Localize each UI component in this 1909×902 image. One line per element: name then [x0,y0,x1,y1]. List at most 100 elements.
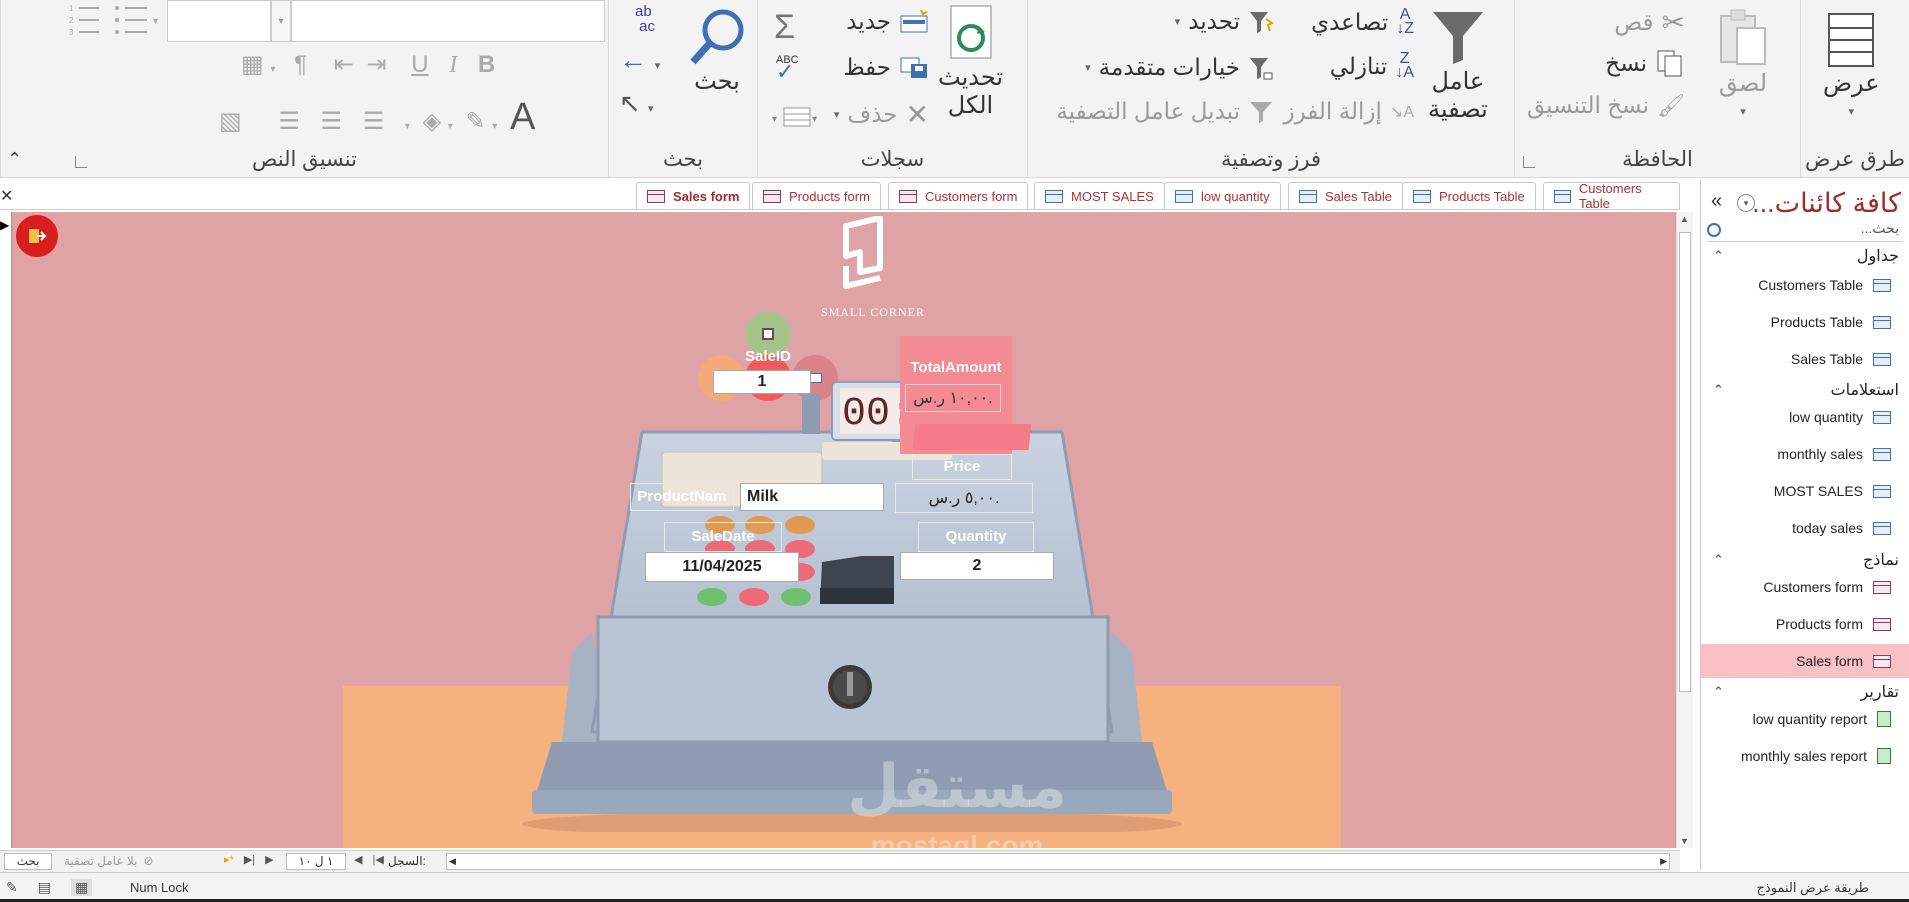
form-view-icon[interactable]: ▦ [70,879,93,896]
clipboard-launcher-icon[interactable] [1523,156,1535,168]
quantity-field[interactable]: 2 [900,552,1054,580]
tab-products-form[interactable]: Products form [752,182,881,209]
collapse-ribbon-icon[interactable]: ⌃ [7,149,22,170]
nav-pane-title[interactable]: كافة كائنات... [1752,188,1901,219]
paragraph-icon[interactable]: ¶ [294,51,307,78]
new-record-nav-icon[interactable]: ▸* [224,853,234,866]
nav-item-monthly-sales-report[interactable]: monthly sales report [1700,739,1909,773]
chevron-up-icon[interactable]: ⌃ [1713,248,1724,264]
bold-icon[interactable]: B [478,51,495,78]
increase-indent-icon[interactable]: ⇥ [366,51,386,78]
filter-status-indicator[interactable]: بلا عامل تصفية ⊘ [64,854,153,868]
more-records-icon[interactable]: ▾ ▾ [770,104,822,135]
nav-dropdown-icon[interactable]: ▾ [1737,194,1755,212]
fill-color-icon[interactable]: ◈ [423,108,441,135]
nav-search-input[interactable]: بحث... [1707,220,1903,242]
font-name-dropdown-icon[interactable]: ▾ [271,0,291,42]
price-field[interactable]: ٥,٠٠ ر.س. [895,483,1033,513]
close-form-button[interactable] [14,213,60,259]
filter-button[interactable]: عامل تصفية [1428,6,1488,124]
record-search-box[interactable]: بحث [4,853,52,870]
nav-item-customers-table[interactable]: Customers Table [1700,268,1909,302]
total-amount-field[interactable]: ١٠,٠٠ ر.س. [905,384,1001,412]
align-center-icon[interactable]: ☰ [321,108,343,135]
select-cursor-icon[interactable]: ↖ ▾ [619,88,654,119]
decrease-indent-icon[interactable]: ⇤ [334,51,354,78]
search-icon[interactable] [1707,223,1721,237]
next-record-icon[interactable]: ▶ [265,853,273,866]
record-selector-bar[interactable]: ▶ [0,212,12,848]
delete-record-button[interactable]: ✕ حذف ▾ [834,98,929,131]
horizontal-scrollbar[interactable]: ◀ ▶ [446,853,1670,870]
font-name-combo[interactable] [167,0,271,42]
underline-icon[interactable]: U [411,51,428,78]
replace-icon[interactable]: ab ac [635,4,655,34]
nav-item-monthly-sales[interactable]: monthly sales [1700,437,1909,471]
last-record-icon[interactable]: ▶| [244,853,255,866]
scroll-right-icon[interactable]: ▶ [1660,856,1667,867]
text-formatting-launcher-icon[interactable] [75,156,87,168]
nav-category-queries[interactable]: استعلامات [1831,380,1899,400]
nav-item-low-quantity-report[interactable]: low quantity report [1700,702,1909,736]
gridlines-icon[interactable]: ▦ [241,51,264,78]
remove-sort-button[interactable]: A↘ إزالة الفرز [1283,98,1414,125]
nav-item-sales-table[interactable]: Sales Table [1700,342,1909,376]
totals-sigma-icon[interactable]: Σ [774,8,795,47]
scroll-left-icon[interactable]: ◀ [449,856,456,867]
scroll-down-icon[interactable]: ▼ [1680,836,1689,846]
alt-row-color-icon[interactable]: ▧ [219,108,242,135]
sale-date-field[interactable]: 11/04/2025 [645,552,799,582]
nav-item-low-quantity[interactable]: low quantity [1700,400,1909,434]
sort-ascending-button[interactable]: A Z↓ تصاعدي [1311,7,1414,37]
toggle-filter-button[interactable]: تبديل عامل التصفية [1056,98,1274,125]
tab-sales-form[interactable]: Sales form [636,182,751,209]
format-row-1-icons[interactable]: ▦ ▾ ¶ ⇤ ⇥ U I B [241,50,495,79]
product-name-field[interactable]: Milk [740,483,884,511]
copy-button[interactable]: نسخ [1605,48,1685,78]
nav-item-customers-form[interactable]: Customers form [1700,570,1909,604]
save-record-button[interactable]: حفظ [843,54,929,81]
nav-category-tables[interactable]: جداول [1857,246,1899,266]
previous-record-icon[interactable]: ◀ [354,853,362,866]
find-button[interactable]: بحث [687,6,747,96]
cut-button[interactable]: ✂ قص [1614,6,1685,39]
current-record-box[interactable]: ١ ل ١٠ [286,853,346,870]
tab-most-sales[interactable]: MOST SALES [1034,182,1165,209]
tab-customers-table[interactable]: Customers Table [1543,181,1680,211]
paste-button[interactable]: لصق ▾ [1715,8,1771,126]
selection-button[interactable]: تحديد ▾ [1175,8,1274,35]
close-document-icon[interactable]: ✕ [0,186,13,206]
align-left-icon[interactable]: ☰ [278,108,300,135]
form-vertical-scrollbar[interactable]: ▲ ▼ [1676,212,1693,848]
design-view-icon[interactable]: ✎ [6,879,18,896]
align-right-icon[interactable]: ☰ [363,108,385,135]
sale-id-field[interactable]: 1 [713,370,811,394]
tab-products-table[interactable]: Products Table [1402,182,1536,209]
collapse-nav-icon[interactable]: » [1711,190,1722,213]
font-color-icon[interactable]: A [510,96,535,138]
tab-low-quantity[interactable]: low quantity [1164,182,1281,209]
chevron-up-icon[interactable]: ⌃ [1713,552,1724,568]
highlight-icon[interactable]: ✎ [465,108,485,135]
font-size-combo[interactable] [291,0,605,42]
nav-category-reports[interactable]: تقارير [1861,682,1899,702]
italic-icon[interactable]: I [449,52,457,78]
nav-category-forms[interactable]: نماذج [1863,550,1899,570]
chevron-up-icon[interactable]: ⌃ [1713,684,1724,700]
sort-descending-button[interactable]: Z A↓ تنازلي [1330,51,1414,81]
scroll-up-icon[interactable]: ▲ [1680,214,1689,224]
tab-customers-form[interactable]: Customers form [888,182,1029,209]
numbering-icon[interactable]: 1 2 3 ▾ [65,2,165,42]
chevron-up-icon[interactable]: ⌃ [1713,382,1724,398]
format-row-2-icons[interactable]: ▧ ☰ ☰ ☰ ▾ ◈ ▾ ✎ ▾ A [219,96,535,139]
nav-item-products-form[interactable]: Products form [1700,607,1909,641]
spelling-icon[interactable]: ABC ✓ [776,54,799,83]
nav-item-most-sales[interactable]: MOST SALES [1700,474,1909,508]
advanced-button[interactable]: خيارات متقدمة ▾ [1085,54,1274,81]
nav-item-products-table[interactable]: Products Table [1700,305,1909,339]
nav-item-sales-form[interactable]: Sales form [1700,644,1909,678]
format-painter-button[interactable]: 🖌 نسخ التنسيق [1527,92,1685,119]
new-record-button[interactable]: جديد [846,8,929,35]
refresh-all-button[interactable]: تحديث الكل [938,4,1003,120]
goto-arrow-icon[interactable]: ← ▾ [619,44,660,76]
